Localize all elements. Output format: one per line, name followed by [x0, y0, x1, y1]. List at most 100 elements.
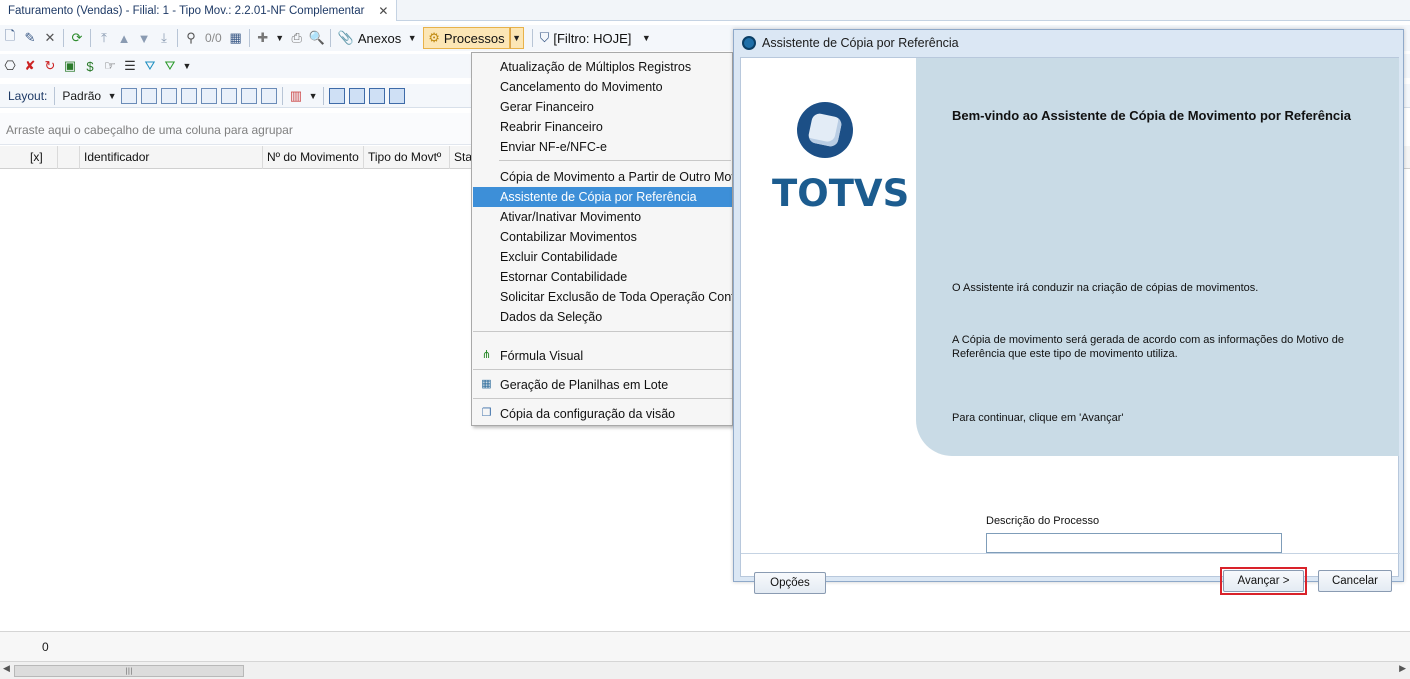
processos-label: Processos — [443, 30, 505, 46]
layout-import-icon[interactable] — [181, 87, 198, 104]
filter-icon: ⛉ — [539, 30, 550, 45]
wizard-paragraph-3: Para continuar, clique em 'Avançar' — [952, 412, 1124, 424]
next-button[interactable]: Avançar > — [1223, 570, 1304, 592]
filter-dropdown-icon[interactable]: ▼ — [639, 27, 653, 49]
scrollbar-thumb[interactable]: ||| — [14, 665, 244, 677]
menu-item-estornar-contabilidade[interactable]: Estornar Contabilidade — [473, 267, 732, 287]
view-mode-1-icon[interactable] — [329, 87, 346, 104]
first-record-icon[interactable]: ⤒ — [94, 28, 114, 48]
cancel-button[interactable]: Cancelar — [1318, 570, 1392, 592]
chart-icon[interactable]: ▥ — [286, 86, 306, 106]
next-record-icon[interactable]: ▼ — [134, 28, 154, 48]
edit-record-icon[interactable]: ✎ — [20, 28, 40, 48]
wizard-title-bar[interactable]: Assistente de Cópia por Referência — [734, 30, 1403, 56]
toolbar-divider — [177, 29, 178, 47]
menu-item-geracao-planilhas[interactable]: ▦ Geração de Planilhas em Lote — [473, 375, 732, 395]
layout-delete-icon[interactable] — [141, 87, 158, 104]
description-label: Descrição do Processo — [986, 515, 1100, 527]
menu-item-solicitar-exclusao[interactable]: Solicitar Exclusão de Toda Operação Cont… — [473, 287, 732, 307]
last-record-icon[interactable]: ⤓ — [154, 28, 174, 48]
close-tab-icon[interactable]: ✕ — [378, 4, 388, 18]
menu-item-copia-movimento[interactable]: Cópia de Movimento a Partir de Outro Mov… — [473, 167, 732, 187]
toolbar-divider — [248, 29, 250, 47]
options-button[interactable]: Opções — [754, 572, 826, 594]
scroll-right-icon[interactable]: ▶ — [1399, 664, 1406, 674]
scroll-left-icon[interactable]: ◀ — [3, 664, 10, 674]
toolbar-divider — [323, 86, 325, 105]
funnel-dropdown-icon[interactable]: ▼ — [180, 55, 194, 77]
layout-grid-icon[interactable] — [161, 87, 178, 104]
menu-item-geracao-planilhas-label: Geração de Planilhas em Lote — [500, 378, 669, 392]
funnel-green-icon[interactable]: ⛛ — [160, 56, 180, 76]
menu-item-dados-selecao[interactable]: Dados da Seleção — [473, 307, 732, 327]
stamp-icon[interactable]: ⎔ — [0, 56, 20, 76]
grid-footer: 0 — [0, 631, 1410, 661]
column-header-tipo-movimento[interactable]: Tipo do Movtº — [364, 146, 450, 169]
document-money-icon[interactable]: ▣ — [60, 56, 80, 76]
copy-wizard-window: Assistente de Cópia por Referência TOTVS… — [733, 29, 1404, 595]
processos-dropdown-icon[interactable]: ▼ — [509, 27, 524, 49]
sync-icon[interactable]: ↻ — [40, 56, 60, 76]
toolbar-divider — [531, 29, 533, 47]
chart-dropdown-icon[interactable]: ▼ — [306, 85, 320, 107]
column-header-identificador[interactable]: Identificador — [80, 146, 263, 169]
menu-item-excluir-contabilidade[interactable]: Excluir Contabilidade — [473, 247, 732, 267]
layout-sum-icon[interactable] — [241, 87, 258, 104]
totvs-app-icon — [742, 36, 756, 50]
cancel-check-icon[interactable]: ✘ — [20, 56, 40, 76]
view-mode-3-icon[interactable] — [369, 87, 386, 104]
menu-separator — [473, 369, 732, 370]
document-tab-strip: Faturamento (Vendas) - Filial: 1 - Tipo … — [0, 0, 1410, 21]
processos-button[interactable]: ⚙ Processos — [423, 27, 510, 49]
menu-item-cancelamento[interactable]: Cancelamento do Movimento — [473, 77, 732, 97]
menu-item-contabilizar[interactable]: Contabilizar Movimentos — [473, 227, 732, 247]
record-counter: 0/0 — [205, 31, 222, 45]
anexos-button[interactable]: 📎 Anexos — [334, 27, 406, 49]
layout-columns-icon[interactable] — [221, 87, 238, 104]
wizard-paragraph-2: A Cópia de movimento será gerada de acor… — [952, 334, 1344, 360]
funnel-icon[interactable]: ⛛ — [140, 56, 160, 76]
document-tab[interactable]: Faturamento (Vendas) - Filial: 1 - Tipo … — [0, 0, 398, 21]
menu-item-copia-configuracao[interactable]: ❐ Cópia da configuração da visão — [473, 404, 732, 424]
dollar-document-icon[interactable]: $ — [80, 56, 100, 76]
menu-item-enviar-nfe[interactable]: Enviar NF-e/NFC-e — [473, 137, 732, 157]
layout-dropdown-icon[interactable]: ▼ — [105, 85, 119, 107]
print-icon[interactable]: ⎙ — [287, 28, 307, 48]
view-mode-2-icon[interactable] — [349, 87, 366, 104]
description-input[interactable] — [986, 533, 1282, 553]
list-icon[interactable]: ☰ — [120, 56, 140, 76]
menu-item-ativar-inativar[interactable]: Ativar/Inativar Movimento — [473, 207, 732, 227]
menu-separator — [473, 398, 732, 399]
hand-document-icon[interactable]: ☞ — [100, 56, 120, 76]
calendar-icon[interactable]: ▦ — [226, 28, 246, 48]
row-count: 0 — [42, 640, 49, 654]
menu-item-formula-visual[interactable]: ⋔ Fórmula Visual — [473, 346, 732, 366]
toolbar-divider — [90, 29, 91, 47]
toolbar-divider — [63, 29, 64, 47]
layout-note-icon[interactable] — [261, 87, 278, 104]
layout-export-icon[interactable] — [201, 87, 218, 104]
menu-item-atualizacao-multiplos[interactable]: Atualização de Múltiplos Registros — [473, 57, 732, 77]
anexos-dropdown-icon[interactable]: ▼ — [405, 27, 419, 49]
column-header-check[interactable] — [58, 146, 80, 169]
new-record-icon[interactable]: 🗋 — [0, 28, 20, 48]
menu-item-reabrir-financeiro[interactable]: Reabrir Financeiro — [473, 117, 732, 137]
delete-record-icon[interactable]: ✕ — [40, 28, 60, 48]
menu-item-assistente-copia[interactable]: Assistente de Cópia por Referência — [473, 187, 732, 207]
puzzle-icon[interactable]: ✚ — [253, 28, 273, 48]
chevron-down-icon[interactable]: ▼ — [273, 27, 287, 49]
view-mode-4-icon[interactable] — [389, 87, 406, 104]
filter-button[interactable]: ⛉ [Filtro: HOJE] — [536, 27, 636, 49]
column-header-numero-movimento[interactable]: Nº do Movimento — [263, 146, 364, 169]
refresh-icon[interactable]: ⟳ — [67, 28, 87, 48]
filter-label: [Filtro: HOJE] — [553, 30, 632, 46]
menu-item-copia-configuracao-label: Cópia da configuração da visão — [500, 407, 676, 421]
horizontal-scrollbar[interactable]: ◀ ||| ▶ — [0, 661, 1410, 679]
layout-save-icon[interactable] — [121, 87, 138, 104]
layout-select[interactable]: Padrão — [58, 89, 105, 103]
column-header-select[interactable]: [x] — [0, 146, 58, 169]
menu-item-gerar-financeiro[interactable]: Gerar Financeiro — [473, 97, 732, 117]
search-icon[interactable]: ⚲ — [181, 28, 201, 48]
previous-record-icon[interactable]: ▲ — [114, 28, 134, 48]
zoom-icon[interactable]: 🔍 — [307, 28, 327, 48]
